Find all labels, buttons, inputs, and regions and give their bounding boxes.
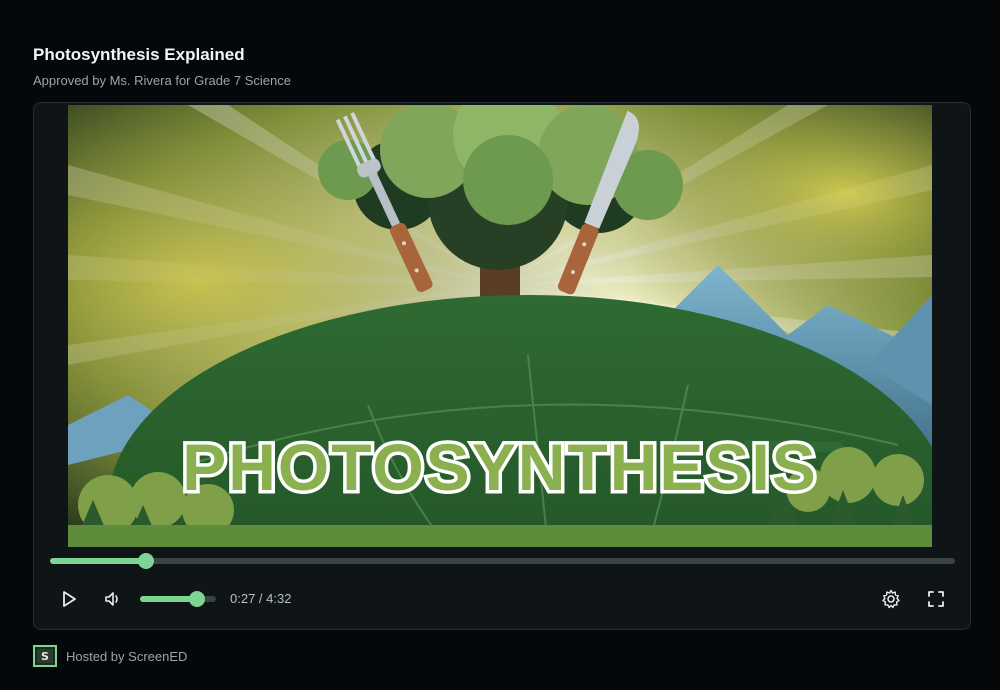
mute-button[interactable]: [95, 581, 131, 617]
host-footer: S Hosted by ScreenED: [33, 645, 187, 667]
hosted-by-text: Hosted by ScreenED: [66, 648, 188, 664]
progress-fill: [50, 558, 146, 564]
screened-logo: S: [33, 645, 57, 667]
play-button[interactable]: [51, 581, 87, 617]
progress-handle[interactable]: [137, 553, 154, 569]
video-thumbnail: PHOTOSYNTHESIS: [68, 105, 932, 547]
volume-icon: [105, 592, 118, 606]
fullscreen-icon: [928, 591, 944, 607]
page: Photosynthesis Explained Approved by Ms.…: [0, 0, 1000, 690]
volume-slider[interactable]: [140, 591, 216, 607]
approval-subtitle: Approved by Ms. Rivera for Grade 7 Scien…: [33, 73, 291, 88]
gear-icon: [882, 589, 900, 609]
volume-handle[interactable]: [189, 591, 205, 607]
video-frame[interactable]: PHOTOSYNTHESIS: [68, 105, 932, 547]
control-bar: 0:27 / 4:32: [34, 581, 970, 617]
video-overlay-title: PHOTOSYNTHESIS: [182, 430, 818, 504]
fullscreen-button[interactable]: [918, 581, 954, 617]
time-display: 0:27 / 4:32: [230, 591, 292, 606]
video-player: PHOTOSYNTHESIS 0:27 / 4:32: [33, 102, 971, 630]
logo-letter: S: [37, 649, 53, 663]
play-icon: [63, 591, 76, 607]
progress-scrubber[interactable]: [50, 553, 955, 569]
settings-button[interactable]: [873, 581, 909, 617]
video-title: Photosynthesis Explained: [33, 45, 245, 64]
